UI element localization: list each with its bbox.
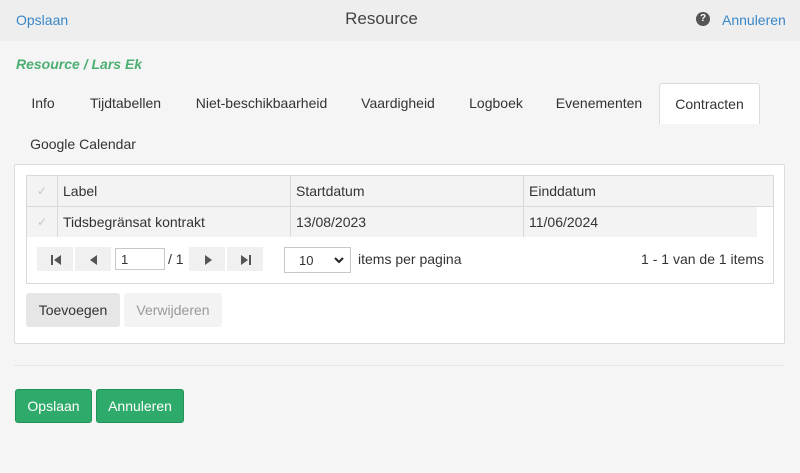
tab-google-calendar[interactable]: Google Calendar: [20, 124, 146, 165]
page-count: / 1: [168, 251, 184, 267]
tab-logboek[interactable]: Logboek: [458, 83, 534, 124]
column-header-label[interactable]: Label: [58, 176, 291, 206]
next-page-icon: [205, 255, 212, 265]
cell-label: Tidsbegränsat kontrakt: [58, 207, 291, 237]
page-size-value: 10: [299, 253, 314, 268]
row-checkbox[interactable]: ✓: [27, 207, 58, 237]
top-bar: Opslaan Resource ? Annuleren: [0, 0, 800, 41]
tab-niet-beschikbaarheid[interactable]: Niet-beschikbaarheid: [185, 83, 338, 124]
tab-tijdtabellen[interactable]: Tijdtabellen: [80, 83, 171, 124]
cell-startdatum: 13/08/2023: [291, 207, 524, 237]
cancel-button[interactable]: Annuleren: [96, 389, 184, 423]
items-per-page-label: items per pagina: [358, 251, 462, 267]
page-number-input[interactable]: [115, 248, 165, 270]
contracts-grid: ✓ Label Startdatum Einddatum ✓ Tidsbegrä…: [26, 175, 774, 284]
add-button[interactable]: Toevoegen: [26, 293, 120, 327]
divider: [14, 365, 785, 366]
table-row[interactable]: ✓ Tidsbegränsat kontrakt 13/08/2023 11/0…: [27, 207, 757, 237]
first-page-button[interactable]: [37, 247, 73, 271]
previous-page-icon: [90, 255, 97, 265]
tab-contracten[interactable]: Contracten: [659, 83, 760, 124]
header-cancel-link[interactable]: Annuleren: [722, 12, 786, 28]
column-header-einddatum[interactable]: Einddatum: [524, 176, 773, 206]
pager-info: 1 - 1 van de 1 items: [641, 251, 764, 267]
tab-info[interactable]: Info: [20, 83, 66, 124]
tab-evenementen[interactable]: Evenementen: [548, 83, 650, 124]
last-page-button[interactable]: [227, 247, 263, 271]
delete-button[interactable]: Verwijderen: [124, 293, 222, 327]
tab-vaardigheid[interactable]: Vaardigheid: [352, 83, 444, 124]
previous-page-button[interactable]: [75, 247, 111, 271]
next-page-button[interactable]: [189, 247, 225, 271]
last-page-icon: [241, 255, 251, 265]
save-button[interactable]: Opslaan: [15, 389, 92, 423]
page-size-select[interactable]: 10: [284, 247, 351, 273]
first-page-icon: [51, 255, 61, 265]
select-all-checkbox[interactable]: ✓: [27, 176, 58, 206]
breadcrumb: Resource / Lars Ek: [16, 56, 143, 72]
chevron-down-icon: [334, 257, 344, 264]
page-title: Resource: [345, 9, 418, 28]
cell-einddatum: 11/06/2024: [529, 214, 599, 230]
column-header-startdatum[interactable]: Startdatum: [291, 176, 524, 206]
pager: / 1 10 items per pagina 1 - 1 van de 1 i…: [27, 237, 773, 283]
help-icon[interactable]: ?: [696, 12, 710, 26]
grid-header: ✓ Label Startdatum Einddatum: [27, 176, 773, 207]
